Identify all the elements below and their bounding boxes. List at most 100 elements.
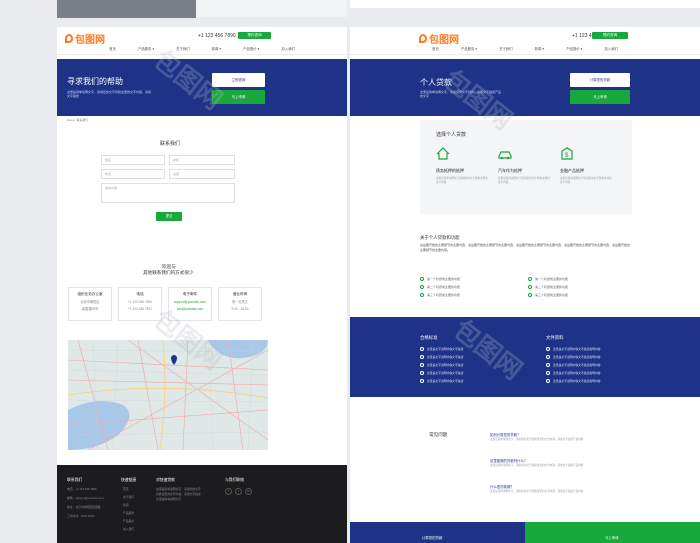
prev-page-strip-left	[57, 0, 347, 18]
footer-social-title: 与我们联络	[225, 478, 244, 482]
documents-title: 文件资料	[546, 335, 564, 340]
nav-item[interactable]: 关于我们	[165, 44, 201, 54]
feature-item: 第一个标题或主要的功能	[420, 277, 460, 281]
info-list-item: 这里是文字说明内容文字描述说明内容	[546, 379, 601, 383]
contact-card-title: 电子邮件	[182, 292, 198, 296]
nav-item[interactable]: 新闻 ▾	[524, 44, 555, 54]
info-list-item: 这里是文字说明内容文字描述	[420, 363, 463, 367]
bottom-calculate-button[interactable]: 计算您的贷款	[350, 522, 525, 543]
info-list-label: 这里是文字说明内容文字描述说明内容	[553, 363, 601, 367]
hero-title: 个人贷款	[420, 78, 452, 87]
stage: 包图网 +1 123 456 7890 预约咨询 首页 产品服务 ▾ 关于我们 新闻 …	[0, 0, 700, 543]
social-icon[interactable]: t	[235, 488, 242, 495]
footer-about-line: 替换这里的文字内容，请用文字描述	[156, 492, 201, 496]
nav-item[interactable]: 产品报价 ▾	[555, 44, 593, 54]
footer-link[interactable]: 关于我们	[123, 495, 134, 499]
check-circle-icon	[420, 379, 424, 383]
choose-col-desc: 这里是简单说明文字请用您的文字替换这里的文字内容	[560, 177, 612, 184]
contact-card-line: +1 123 456 7891	[127, 307, 153, 311]
footer-link[interactable]: 新闻	[123, 503, 129, 507]
contact-card-line: 建国路88号	[81, 307, 99, 311]
logo-mark-icon	[419, 34, 427, 43]
feature-label: 第二个标题或主要的功能	[427, 285, 461, 289]
hero-apply-button[interactable]: 马上申请	[212, 90, 265, 104]
bottom-calculate-label: 计算您的贷款	[422, 536, 443, 540]
nav-item[interactable]: 新闻 ▾	[201, 44, 232, 54]
nav-item[interactable]: 首页	[421, 44, 450, 54]
name-field[interactable]: 姓名	[101, 155, 165, 165]
email-field[interactable]: 邮箱	[169, 155, 235, 165]
feature-item: 第二个标题或主要的功能	[528, 285, 568, 289]
check-circle-icon	[546, 379, 550, 383]
location-map[interactable]	[68, 340, 268, 450]
footer-contact-line: 工作时间：9:00-18:00	[67, 514, 95, 518]
hero-consult-button[interactable]: 立即咨询	[212, 73, 265, 87]
info-list-item: 这里是文字说明内容文字描述说明内容	[546, 371, 601, 375]
contact-card-line[interactable]: info@yoursite.com	[169, 307, 211, 311]
main-nav: 首页 产品服务 ▾ 关于我们 新闻 ▾ 产品报价 ▾ 加入我们	[350, 44, 700, 55]
header-consult-button[interactable]: 预约咨询	[592, 32, 628, 39]
subject-field[interactable]: 主题	[169, 169, 235, 179]
footer-link[interactable]: 加入我们	[123, 527, 134, 531]
choose-loan-panel: 选择个人贷款 债务抵押的抵押 这里是简单说明文字请用您的文字替换这里的文字内容 汽车…	[420, 120, 632, 214]
faq-answer: 这里是简单说明文字，请用您的文字替换这里的文字内容，请用文字描述产品内容	[490, 490, 584, 493]
check-circle-icon	[546, 363, 550, 367]
faq-question[interactable]: 什么是贷款期？	[490, 484, 514, 489]
choose-col-title: 金融产品抵押	[560, 168, 584, 173]
submit-button[interactable]: 提交	[156, 212, 182, 221]
check-circle-icon	[420, 285, 424, 289]
info-list-item: 这里是文字说明内容文字描述说明内容	[546, 355, 601, 359]
info-list-label: 这里是文字说明内容文字描述	[427, 379, 464, 383]
criteria-title: 合格标准	[420, 335, 438, 340]
check-circle-icon	[528, 285, 532, 289]
info-list-label: 这里是文字说明内容文字描述说明内容	[553, 355, 601, 359]
feature-item: 第三个标题或主要的功能	[528, 293, 568, 297]
contact-card-line: 周一至周五	[232, 300, 248, 304]
svg-text:$: $	[565, 153, 569, 159]
check-circle-icon	[420, 371, 424, 375]
feature-label: 第一个标题或主要的功能	[535, 277, 569, 281]
footer-contact-line: 地址：北京市朝阳区建国路	[67, 505, 101, 509]
nav-item[interactable]: 产品服务 ▾	[450, 44, 488, 54]
social-icon[interactable]: f	[225, 488, 232, 495]
phone-field[interactable]: 电话	[101, 169, 165, 179]
message-field[interactable]: 留言内容	[101, 183, 235, 203]
footer-link[interactable]: 产品服务	[123, 511, 134, 515]
check-circle-icon	[546, 347, 550, 351]
contact-card-line[interactable]: support@yoursite.com	[169, 300, 211, 304]
footer-about-title: 对快速贷款	[156, 478, 175, 482]
info-list-label: 这里是文字说明内容文字描述	[427, 347, 464, 351]
header-consult-button[interactable]: 预约咨询	[238, 32, 271, 39]
check-circle-icon	[420, 347, 424, 351]
social-icon[interactable]: in	[245, 488, 252, 495]
prev-page-strip-right	[350, 0, 700, 8]
hero-banner: 个人贷款 这里是简单说明文字，请用您的文字替换，请用文字描述产品的文字 计算您的…	[350, 59, 700, 116]
footer-link[interactable]: 首页	[123, 487, 129, 491]
faq-question[interactable]: 这里能借的贷款吗什么？	[490, 458, 527, 463]
feature-label: 第一个标题或主要的功能	[427, 277, 461, 281]
footer-links-title: 快速链接	[121, 478, 137, 482]
prev-page-image	[57, 0, 197, 18]
hero-apply-button[interactable]: 马上申请	[570, 90, 630, 104]
house-icon	[436, 147, 450, 160]
nav-item[interactable]: 加入我们	[593, 44, 629, 54]
header-phone: +1 123 456 7890	[198, 33, 236, 39]
bottom-apply-button[interactable]: 马上申请	[525, 522, 700, 543]
feature-item: 第三个标题或主要的功能	[420, 293, 460, 297]
nav-item[interactable]: 产品服务 ▾	[127, 44, 165, 54]
nav-item[interactable]: 产品报价 ▾	[232, 44, 270, 54]
footer-link[interactable]: 产品报价	[123, 519, 134, 523]
feature-item: 第一个标题或主要的功能	[528, 277, 568, 281]
faq-question[interactable]: 如何计算您的贷款？	[490, 432, 521, 437]
contact-card-line: +1 123 456 7890	[127, 300, 153, 304]
check-circle-icon	[420, 293, 424, 297]
breadcrumb[interactable]: Home / 联系我们	[67, 118, 88, 122]
hero-calculate-button[interactable]: 计算您的贷款	[570, 73, 630, 87]
nav-item[interactable]: 首页	[98, 44, 127, 54]
nav-item[interactable]: 加入我们	[270, 44, 306, 54]
choose-col-title: 债务抵押的抵押	[436, 168, 464, 173]
check-circle-icon	[546, 355, 550, 359]
faq-answer: 这里是简单说明文字，请用您的文字替换这里的文字内容，请用文字描述产品内容	[490, 464, 584, 467]
check-circle-icon	[528, 293, 532, 297]
nav-item[interactable]: 关于我们	[488, 44, 524, 54]
